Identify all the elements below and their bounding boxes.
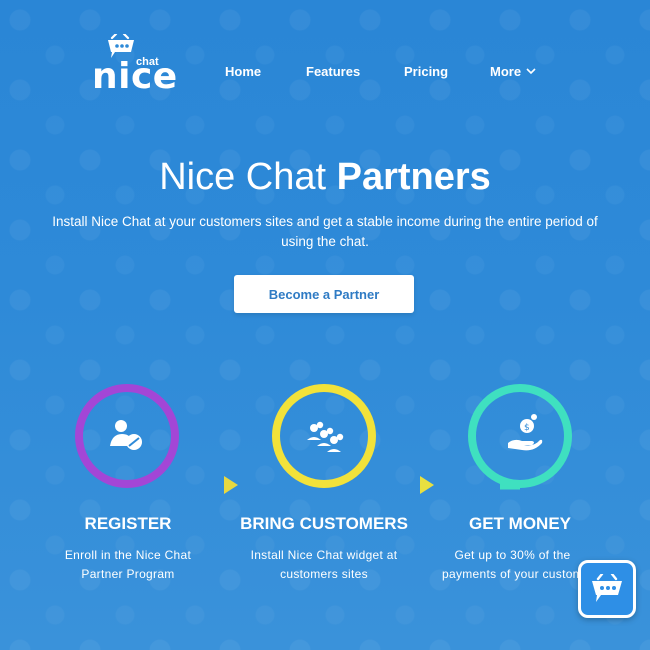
- user-register-icon: [110, 420, 142, 450]
- hero-subtitle: Install Nice Chat at your customers site…: [52, 214, 598, 249]
- step-desc-line: Enroll in the Nice Chat: [64, 548, 192, 562]
- main-nav: Home Features Pricing More: [0, 64, 650, 84]
- nav-pricing[interactable]: Pricing: [404, 64, 448, 79]
- money-hand-icon: $: [508, 414, 543, 451]
- nav-features[interactable]: Features: [306, 64, 360, 79]
- step-desc-customers: Install Nice Chat widget at customers si…: [224, 546, 424, 584]
- title-bold: Partners: [336, 156, 491, 198]
- step-desc-line: customers sites: [280, 567, 368, 581]
- chat-widget-button[interactable]: [578, 560, 636, 618]
- nav-home[interactable]: Home: [225, 64, 261, 79]
- step-circle-money: [468, 384, 572, 488]
- arrow-head-2: [420, 476, 434, 494]
- chat-basket-icon: [592, 574, 622, 602]
- title-light: Nice Chat: [159, 156, 337, 198]
- step-title-register: REGISTER: [84, 514, 172, 533]
- svg-text:$: $: [524, 423, 530, 433]
- step-desc-line: Partner Program: [81, 567, 175, 581]
- step-desc-line: Get up to 30% of the: [454, 548, 571, 562]
- arrow-head-1: [224, 476, 238, 494]
- step-desc-register: Enroll in the Nice Chat Partner Program: [28, 546, 228, 584]
- steps-graphic: $: [75, 384, 572, 494]
- chevron-down-icon: [526, 68, 536, 75]
- nav-more[interactable]: More: [490, 64, 536, 79]
- become-partner-button[interactable]: Become a Partner: [234, 275, 414, 313]
- add-customers-icon: [307, 421, 344, 452]
- nav-more-label: More: [490, 64, 522, 79]
- step-title-customers: BRING CUSTOMERS: [240, 514, 408, 533]
- page-title: Nice Chat Partners: [0, 156, 650, 199]
- site-header: chat nice Home Features Pricing More: [0, 0, 650, 120]
- step-title-money: GET MONEY: [468, 514, 571, 533]
- step-desc-line: Install Nice Chat widget at: [250, 548, 398, 562]
